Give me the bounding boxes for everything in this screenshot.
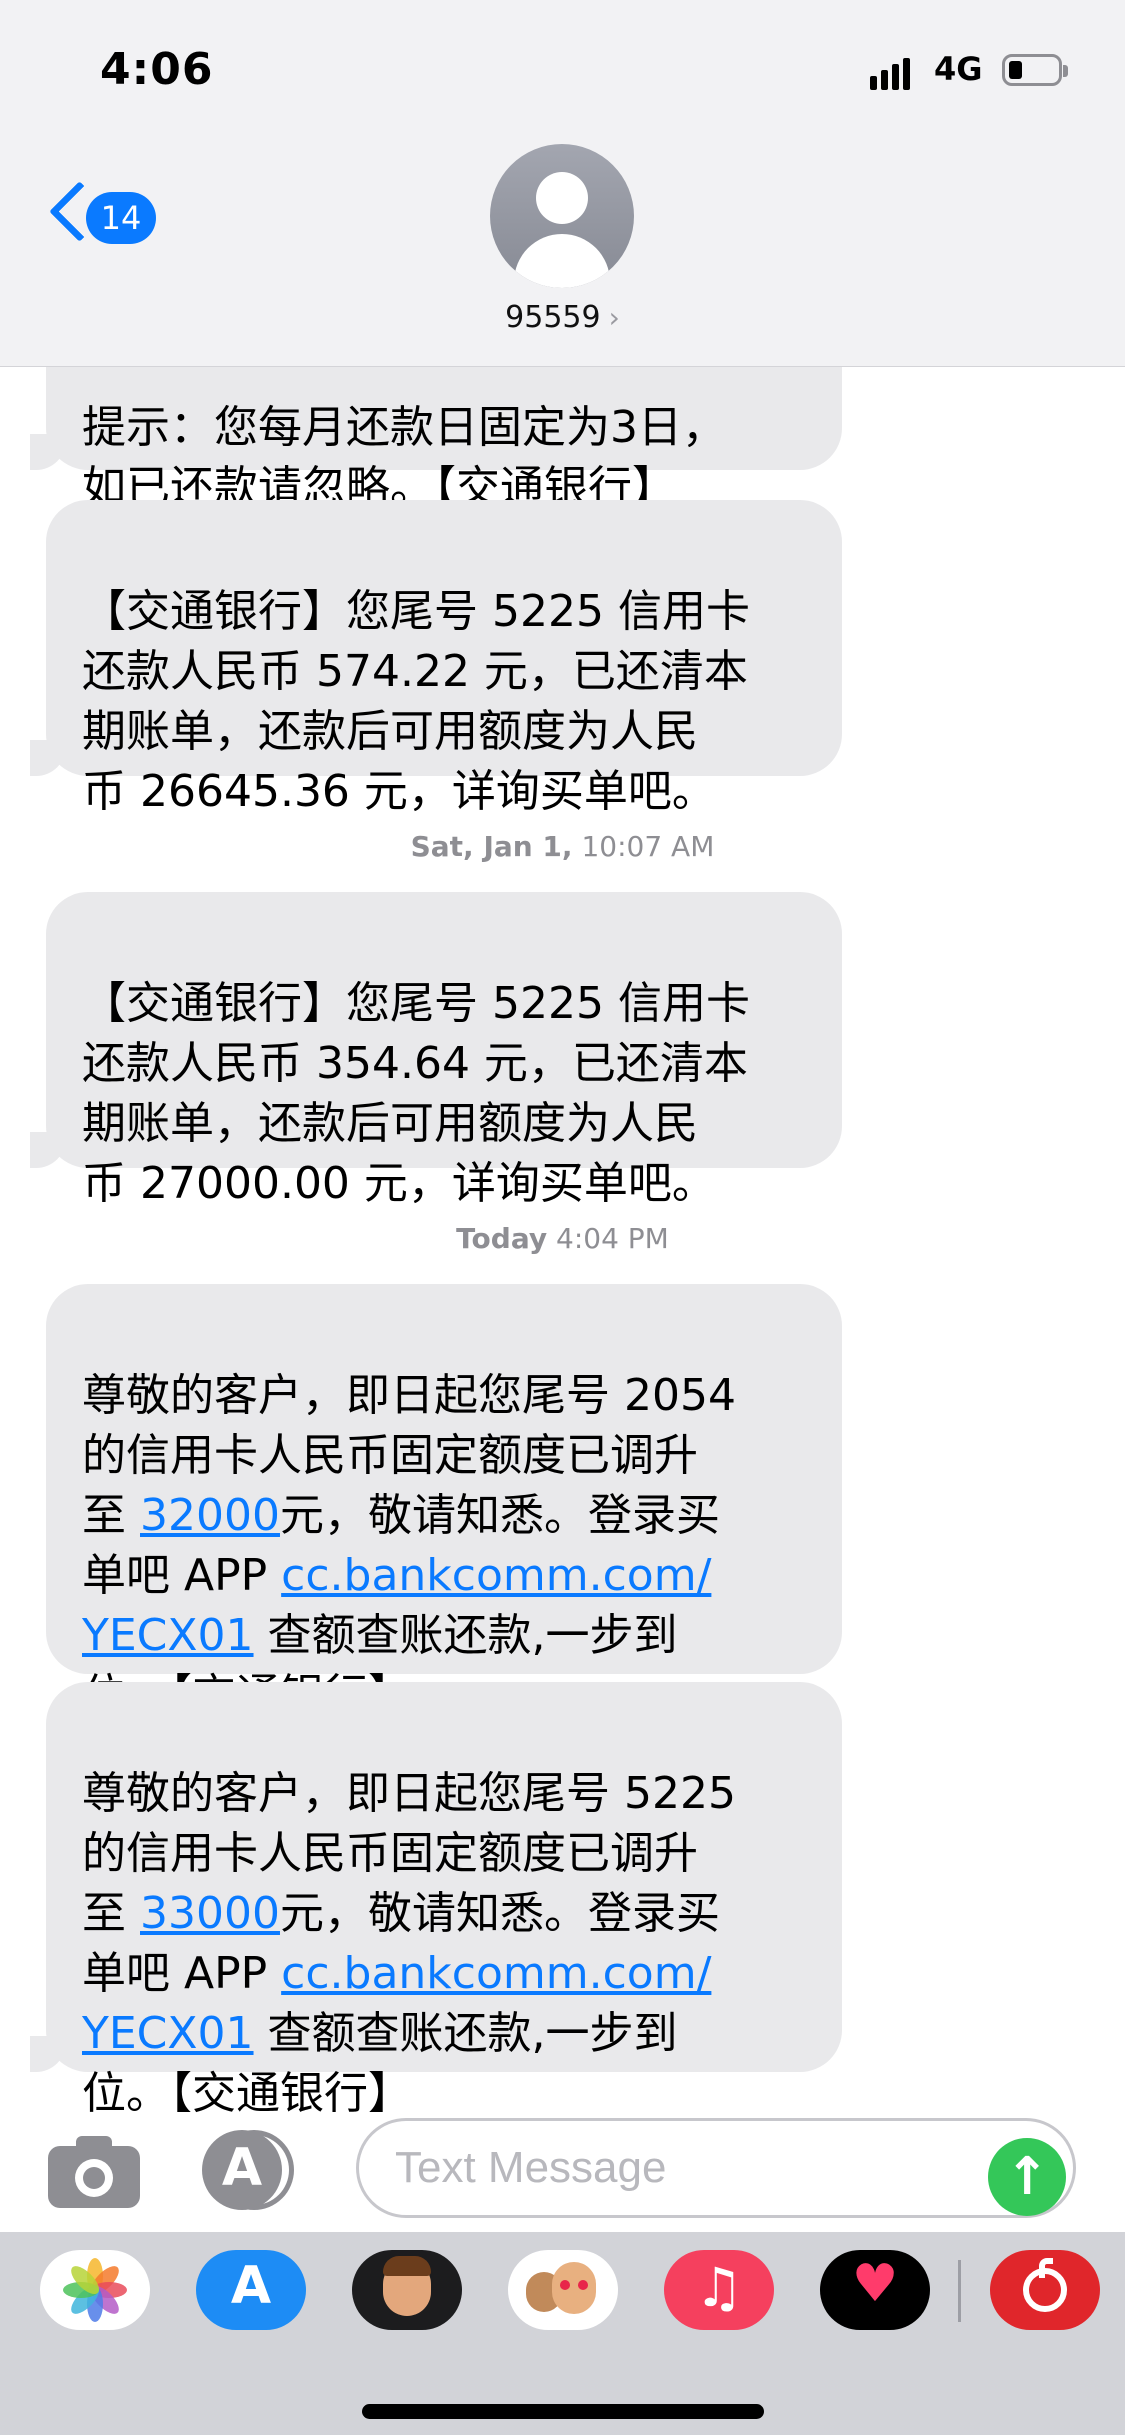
bubble-tail bbox=[30, 2036, 66, 2072]
status-time: 4:06 bbox=[100, 44, 214, 95]
network-type: 4G bbox=[934, 50, 983, 88]
message-bubble[interactable]: 【交通银行】您尾号 5225 信用卡 还款人民币 574.22 元，已还清本 期… bbox=[46, 500, 842, 817]
timestamp-time: 10:07 AM bbox=[581, 830, 715, 863]
bankcomm-link[interactable]: cc.bankcomm.com/ bbox=[281, 1948, 711, 1999]
message-text: 【交通银行】您尾号 5225 信用卡 还款人民币 354.64 元，已还清本 期… bbox=[82, 978, 750, 1209]
app-store-button[interactable]: A bbox=[202, 2130, 302, 2210]
bankcomm-link[interactable]: cc.bankcomm.com/ bbox=[281, 1550, 711, 1601]
credit-limit-link[interactable]: 33000 bbox=[140, 1888, 280, 1939]
bankcomm-link-path[interactable]: YECX01 bbox=[82, 2008, 254, 2059]
contact-avatar[interactable] bbox=[490, 144, 634, 288]
message-timestamp: Sat, Jan 1, 10:07 AM bbox=[0, 830, 1125, 863]
digital-touch-icon[interactable]: ♥ bbox=[820, 2250, 930, 2330]
message-bubble[interactable]: 尊敬的客户，即日起您尾号 5225 的信用卡人民币固定额度已调升 至 33000… bbox=[46, 1682, 842, 2119]
timestamp-time: 4:04 PM bbox=[556, 1222, 669, 1255]
netease-music-icon[interactable] bbox=[990, 2250, 1100, 2330]
photos-icon[interactable] bbox=[40, 2250, 150, 2330]
unread-count-badge: 14 bbox=[86, 192, 156, 244]
cellular-signal-icon bbox=[870, 54, 922, 90]
timestamp-day: Sat, Jan 1, bbox=[410, 830, 573, 863]
bubble-tail bbox=[30, 740, 66, 776]
conversation-header: 4:06 4G 14 95559 › bbox=[0, 0, 1125, 367]
timestamp-day: Today bbox=[456, 1222, 548, 1255]
bubble-tail bbox=[30, 1132, 66, 1168]
credit-limit-link[interactable]: 32000 bbox=[140, 1490, 280, 1541]
send-button[interactable]: ↑ bbox=[988, 2138, 1066, 2216]
contact-name-button[interactable]: 95559 › bbox=[0, 300, 1125, 335]
message-bubble[interactable]: 【交通银行】您尾号 5225 信用卡 还款人民币 354.64 元，已还清本 期… bbox=[46, 892, 842, 1209]
home-indicator[interactable] bbox=[362, 2404, 764, 2419]
camera-button[interactable] bbox=[48, 2136, 140, 2208]
app-drawer: A ♫ ♥ bbox=[0, 2232, 1125, 2435]
bubble-tail bbox=[30, 434, 66, 470]
battery-icon bbox=[1002, 54, 1068, 86]
contact-name: 95559 bbox=[505, 300, 601, 335]
memoji-stickers-icon[interactable] bbox=[352, 2250, 462, 2330]
message-input[interactable] bbox=[356, 2118, 1076, 2218]
music-icon[interactable]: ♫ bbox=[664, 2250, 774, 2330]
message-timestamp: Today 4:04 PM bbox=[0, 1222, 1125, 1255]
drawer-divider bbox=[958, 2260, 961, 2322]
chevron-right-icon: › bbox=[608, 301, 620, 334]
back-button[interactable]: 14 bbox=[40, 180, 170, 254]
app-store-icon[interactable]: A bbox=[196, 2250, 306, 2330]
animoji-icon[interactable] bbox=[508, 2250, 618, 2330]
bankcomm-link-path[interactable]: YECX01 bbox=[82, 1610, 254, 1661]
message-bubble[interactable]: 尊敬的客户，即日起您尾号 2054 的信用卡人民币固定额度已调升 至 32000… bbox=[46, 1284, 842, 1721]
arrow-up-icon: ↑ bbox=[1005, 2147, 1049, 2207]
message-text: 提示：您每月还款日固定为3日， 如已还款请忽略。【交通银行】 bbox=[82, 402, 726, 513]
message-text: 【交通银行】您尾号 5225 信用卡 还款人民币 574.22 元，已还清本 期… bbox=[82, 586, 750, 817]
